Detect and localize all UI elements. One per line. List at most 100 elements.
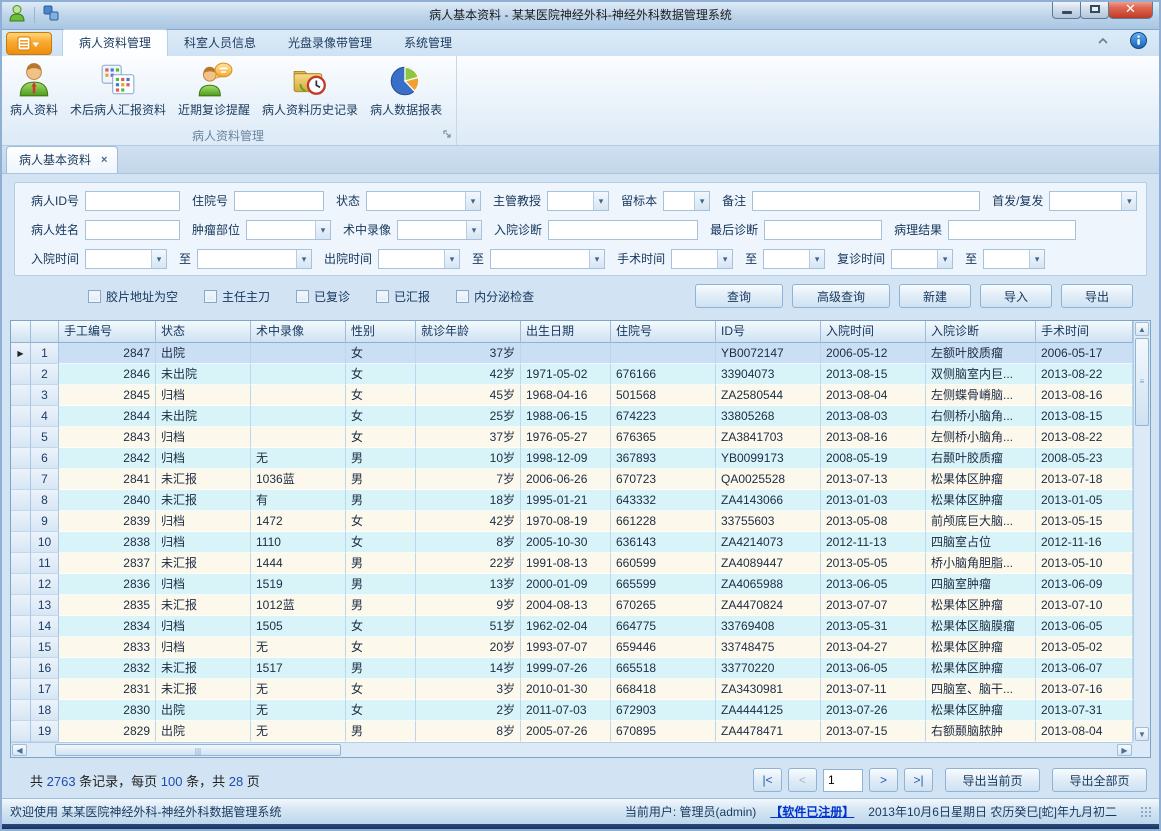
next-page-button[interactable]: >	[869, 768, 898, 792]
cell-admit-date[interactable]: 2012-11-13	[821, 532, 926, 553]
cell-diagnosis[interactable]: 松果体区肿瘤	[926, 490, 1036, 511]
row-number[interactable]: 10	[31, 532, 59, 553]
column-header[interactable]: ID号	[716, 321, 821, 343]
table-row[interactable]: 152833归档无女20岁1993-07-0765944633748475201…	[11, 637, 1133, 658]
cell-inpatient-no[interactable]: 674223	[611, 406, 716, 427]
column-header[interactable]: 手工编号	[59, 321, 156, 343]
cell-status[interactable]: 归档	[156, 385, 251, 406]
cell-surgery-date[interactable]: 2008-05-23	[1036, 448, 1133, 469]
row-number[interactable]: 3	[31, 385, 59, 406]
layout-squares-icon[interactable]	[43, 5, 59, 24]
row-number[interactable]: 12	[31, 574, 59, 595]
cell-inpatient-no[interactable]: 501568	[611, 385, 716, 406]
cell-gender[interactable]: 男	[346, 553, 416, 574]
cell-video[interactable]: 无	[251, 721, 346, 742]
cell-id-no[interactable]: 33769408	[716, 616, 821, 637]
cell-manual-no[interactable]: 2832	[59, 658, 156, 679]
cell-birth[interactable]: 1993-07-07	[521, 637, 611, 658]
previous-page-button[interactable]: <	[788, 768, 817, 792]
page-number-input[interactable]	[823, 769, 863, 792]
cell-id-no[interactable]: QA0025528	[716, 469, 821, 490]
column-header[interactable]: 性别	[346, 321, 416, 343]
info-icon[interactable]	[1130, 32, 1147, 52]
table-row[interactable]: 132835未汇报1012蓝男9岁2004-08-13670265ZA44708…	[11, 595, 1133, 616]
cell-birth[interactable]: 2005-07-26	[521, 721, 611, 742]
cell-surgery-date[interactable]: 2006-05-17	[1036, 343, 1133, 364]
column-header[interactable]: 手术时间	[1036, 321, 1133, 343]
filter-input-pathology-result[interactable]	[948, 220, 1076, 240]
row-number[interactable]: 6	[31, 448, 59, 469]
row-number[interactable]: 1	[31, 343, 59, 364]
cell-diagnosis[interactable]: 前颅底巨大脑...	[926, 511, 1036, 532]
cell-id-no[interactable]: ZA4065988	[716, 574, 821, 595]
cell-video[interactable]: 1012蓝	[251, 595, 346, 616]
table-row[interactable]: 162832未汇报1517男14岁1999-07-266655183377022…	[11, 658, 1133, 679]
cell-age[interactable]: 18岁	[416, 490, 521, 511]
cell-admit-date[interactable]: 2013-01-03	[821, 490, 926, 511]
table-row[interactable]: 142834归档1505女51岁1962-02-0466477533769408…	[11, 616, 1133, 637]
scroll-down-icon[interactable]: ▼	[1135, 727, 1149, 741]
cell-gender[interactable]: 女	[346, 385, 416, 406]
cell-admit-date[interactable]: 2013-06-05	[821, 574, 926, 595]
table-row[interactable]: 72841未汇报1036蓝男7岁2006-06-26670723QA002552…	[11, 469, 1133, 490]
cell-surgery-date[interactable]: 2013-05-02	[1036, 637, 1133, 658]
cell-age[interactable]: 13岁	[416, 574, 521, 595]
cell-status[interactable]: 未汇报	[156, 553, 251, 574]
cell-birth[interactable]: 2010-01-30	[521, 679, 611, 700]
cell-id-no[interactable]: 33755603	[716, 511, 821, 532]
table-row[interactable]: 102838归档1110女8岁2005-10-30636143ZA4214073…	[11, 532, 1133, 553]
cell-age[interactable]: 8岁	[416, 721, 521, 742]
cell-inpatient-no[interactable]: 367893	[611, 448, 716, 469]
cell-id-no[interactable]: 33904073	[716, 364, 821, 385]
table-row[interactable]: 42844未出院女25岁1988-06-15674223338052682013…	[11, 406, 1133, 427]
cell-video[interactable]: 有	[251, 490, 346, 511]
row-number[interactable]: 9	[31, 511, 59, 532]
cell-diagnosis[interactable]: 四脑室占位	[926, 532, 1036, 553]
cell-manual-no[interactable]: 2829	[59, 721, 156, 742]
column-header[interactable]: 入院时间	[821, 321, 926, 343]
tab-patient-basic-info[interactable]: 病人基本资料 ×	[6, 146, 118, 173]
cell-manual-no[interactable]: 2839	[59, 511, 156, 532]
column-header[interactable]: 住院号	[611, 321, 716, 343]
cell-birth[interactable]: 1971-05-02	[521, 364, 611, 385]
cell-admit-date[interactable]: 2013-05-08	[821, 511, 926, 532]
table-row[interactable]: 122836归档1519男13岁2000-01-09665599ZA406598…	[11, 574, 1133, 595]
cell-video[interactable]: 1519	[251, 574, 346, 595]
row-number[interactable]: 15	[31, 637, 59, 658]
row-number[interactable]: 19	[31, 721, 59, 742]
cell-id-no[interactable]: 33805268	[716, 406, 821, 427]
cell-admit-date[interactable]: 2006-05-12	[821, 343, 926, 364]
cell-surgery-date[interactable]: 2013-01-05	[1036, 490, 1133, 511]
filter-input-final-diagnosis[interactable]	[764, 220, 882, 240]
cell-diagnosis[interactable]: 四脑室肿瘤	[926, 574, 1036, 595]
cell-manual-no[interactable]: 2836	[59, 574, 156, 595]
revisit-reminder-button[interactable]: 近期复诊提醒	[172, 58, 256, 120]
cell-birth[interactable]: 1998-12-09	[521, 448, 611, 469]
cell-status[interactable]: 未汇报	[156, 595, 251, 616]
table-row[interactable]: 52843归档女37岁1976-05-27676365ZA38417032013…	[11, 427, 1133, 448]
cell-inpatient-no[interactable]: 661228	[611, 511, 716, 532]
column-header[interactable]: 入院诊断	[926, 321, 1036, 343]
cell-surgery-date[interactable]: 2013-07-31	[1036, 700, 1133, 721]
cell-gender[interactable]: 女	[346, 700, 416, 721]
row-number[interactable]: 13	[31, 595, 59, 616]
cell-manual-no[interactable]: 2835	[59, 595, 156, 616]
filter-combo-revisit-time-to[interactable]: ▾	[983, 249, 1045, 269]
cell-id-no[interactable]: ZA4470824	[716, 595, 821, 616]
cell-age[interactable]: 42岁	[416, 364, 521, 385]
scroll-right-icon[interactable]: ▶	[1117, 744, 1132, 756]
cell-age[interactable]: 37岁	[416, 427, 521, 448]
cell-admit-date[interactable]: 2013-07-11	[821, 679, 926, 700]
cell-video[interactable]	[251, 364, 346, 385]
cell-gender[interactable]: 女	[346, 511, 416, 532]
filter-combo-admit-time-to[interactable]: ▾	[197, 249, 312, 269]
last-page-button[interactable]: >|	[904, 768, 933, 792]
cell-diagnosis[interactable]: 松果体区脑膜瘤	[926, 616, 1036, 637]
cell-video[interactable]: 1036蓝	[251, 469, 346, 490]
postop-report-data-button[interactable]: 术后病人汇报资料	[64, 58, 172, 120]
cell-status[interactable]: 出院	[156, 721, 251, 742]
cell-diagnosis[interactable]: 左侧桥小脑角...	[926, 427, 1036, 448]
cell-status[interactable]: 未汇报	[156, 679, 251, 700]
cell-birth[interactable]: 2005-10-30	[521, 532, 611, 553]
cell-diagnosis[interactable]: 右额颞脑脓肿	[926, 721, 1036, 742]
